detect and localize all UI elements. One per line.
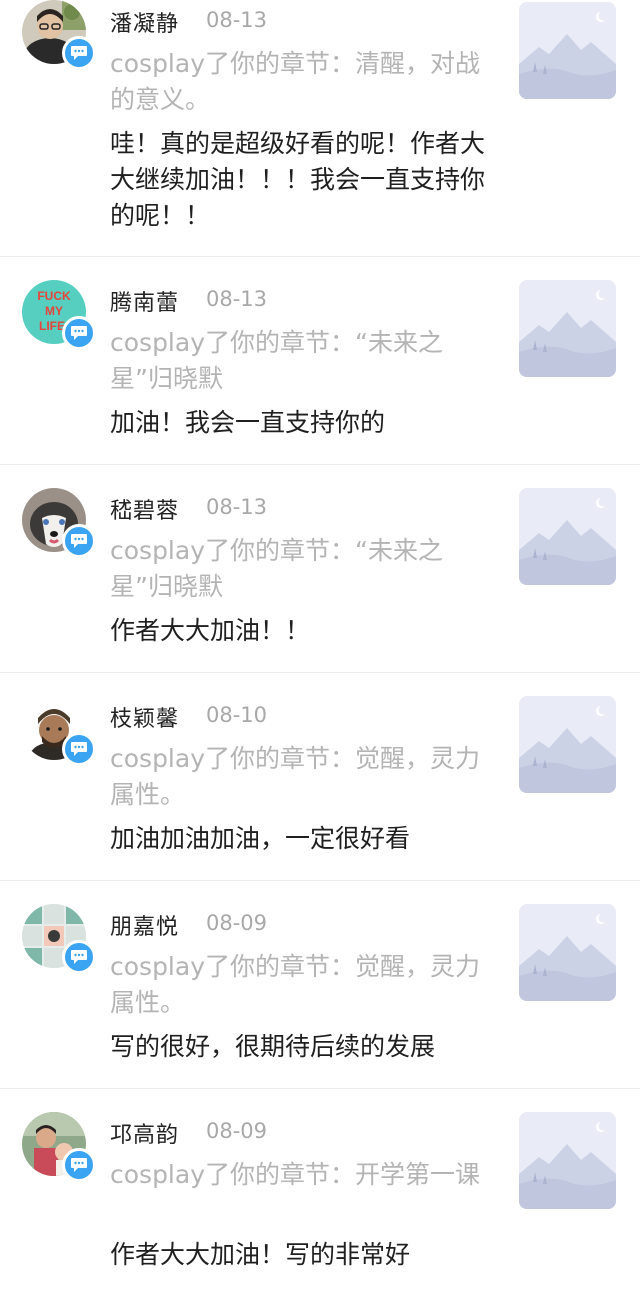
list-item[interactable]: 朋嘉悦 08-09 cosplay了你的章节：觉醒，灵力属性。 写的很好，很期待… (0, 881, 640, 1089)
timestamp: 08-13 (206, 8, 268, 32)
avatar[interactable] (22, 488, 96, 558)
timestamp: 08-09 (206, 911, 268, 935)
avatar[interactable] (22, 904, 96, 974)
username[interactable]: 朋嘉悦 (110, 909, 179, 941)
comment-text: 写的很好，很期待后续的发展 (110, 1032, 436, 1061)
username[interactable]: 邛高韵 (110, 1117, 179, 1149)
list-item[interactable]: 嵇碧蓉 08-13 cosplay了你的章节：“未来之星”归晓默 作者大大加油！… (0, 465, 640, 673)
avatar[interactable]: FUCK MY LIFE (22, 280, 96, 350)
comment-text: 作者大大加油！！ (110, 616, 311, 645)
comment-text: 哇！真的是超级好看的呢！作者大大继续加油！！！我会一直支持你的呢！！ (110, 129, 486, 230)
comment-text: 作者大大加油！写的非常好 (110, 1240, 411, 1269)
chapter-source[interactable]: cosplay了你的章节：“未来之星”归晓默 (110, 533, 490, 605)
chapter-source[interactable]: cosplay了你的章节：觉醒，灵力属性。 (110, 949, 490, 1021)
timestamp: 08-09 (206, 1119, 268, 1143)
mountain-placeholder-icon (519, 280, 616, 377)
mountain-placeholder-icon (519, 696, 616, 793)
chapter-source[interactable]: cosplay了你的章节：觉醒，灵力属性。 (110, 741, 490, 813)
chat-bubble-icon (62, 36, 96, 70)
timestamp: 08-13 (206, 495, 268, 519)
mountain-placeholder-icon (519, 488, 616, 585)
avatar[interactable] (22, 0, 96, 70)
chapter-thumbnail[interactable] (519, 696, 616, 793)
timestamp: 08-13 (206, 287, 268, 311)
mountain-placeholder-icon (519, 1112, 616, 1209)
mountain-placeholder-icon (519, 904, 616, 1001)
avatar-text: FUCK (37, 289, 71, 303)
username[interactable]: 潘凝静 (110, 6, 179, 38)
chapter-thumbnail[interactable] (519, 488, 616, 585)
chapter-source[interactable]: cosplay了你的章节：“未来之星”归晓默 (110, 325, 490, 397)
username[interactable]: 腾南蕾 (110, 285, 179, 317)
mountain-placeholder-icon (519, 2, 616, 99)
chat-bubble-icon (62, 524, 96, 558)
timestamp: 08-10 (206, 703, 268, 727)
chapter-thumbnail[interactable] (519, 904, 616, 1001)
chat-bubble-icon (62, 1148, 96, 1182)
avatar[interactable] (22, 696, 96, 766)
list-item[interactable]: FUCK MY LIFE 腾南蕾 08-13 cosplay了你的章节：“未来之… (0, 257, 640, 465)
username[interactable]: 枝颖馨 (110, 701, 179, 733)
username[interactable]: 嵇碧蓉 (110, 493, 179, 525)
list-item[interactable]: 枝颖馨 08-10 cosplay了你的章节：觉醒，灵力属性。 加油加油加油，一… (0, 673, 640, 881)
list-item[interactable]: 潘凝静 08-13 cosplay了你的章节：清醒，对战的意义。 哇！真的是超级… (0, 0, 640, 257)
list-item[interactable]: 邛高韵 08-09 cosplay了你的章节：开学第一课 作者大大加油！写的非常… (0, 1089, 640, 1298)
chat-bubble-icon (62, 732, 96, 766)
chapter-thumbnail[interactable] (519, 280, 616, 377)
chapter-thumbnail[interactable] (519, 2, 616, 99)
chat-bubble-icon (62, 940, 96, 974)
avatar[interactable] (22, 1112, 96, 1182)
chapter-source[interactable]: cosplay了你的章节：清醒，对战的意义。 (110, 46, 490, 118)
avatar-text: MY (45, 304, 63, 318)
notification-list: 潘凝静 08-13 cosplay了你的章节：清醒，对战的意义。 哇！真的是超级… (0, 0, 640, 1298)
chat-bubble-icon (62, 316, 96, 350)
chapter-source[interactable]: cosplay了你的章节：开学第一课 (110, 1157, 490, 1193)
comment-text: 加油加油加油，一定很好看 (110, 824, 411, 853)
chapter-thumbnail[interactable] (519, 1112, 616, 1209)
comment-text: 加油！我会一直支持你的 (110, 408, 386, 437)
